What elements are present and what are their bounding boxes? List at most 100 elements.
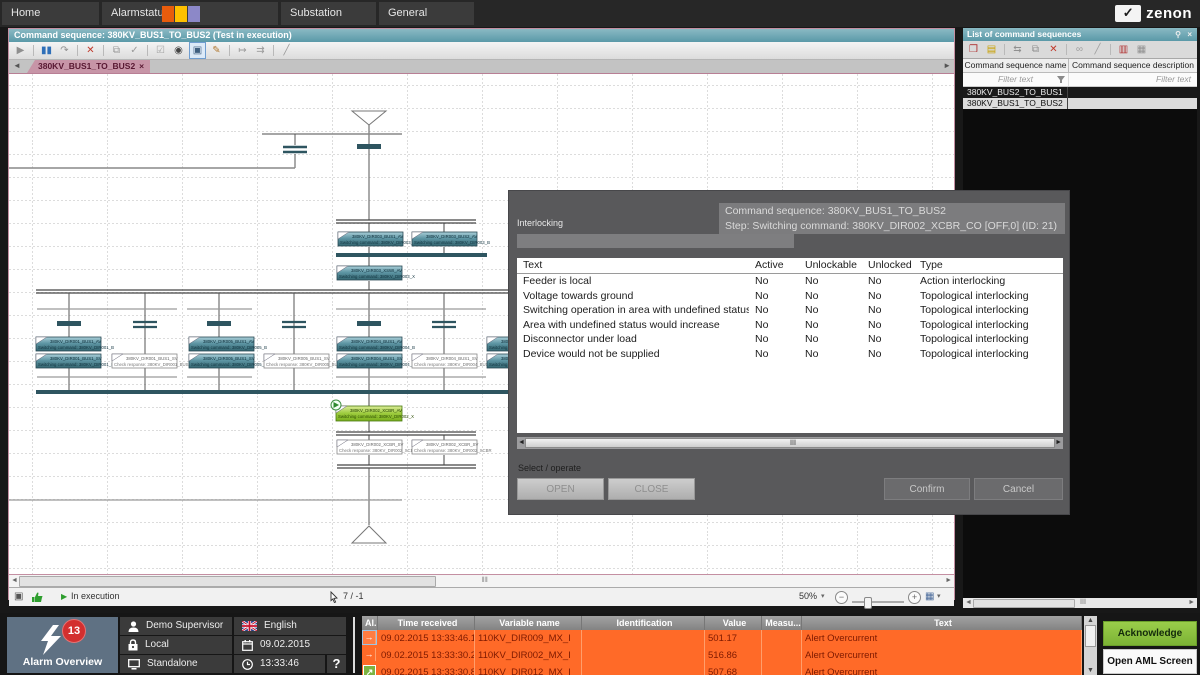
delete-icon[interactable]: ✕ [83,43,98,58]
alarm-column-header[interactable]: Measu... [762,616,802,630]
help-button[interactable]: ? [327,655,346,673]
screen-icon[interactable]: ▣ [189,42,206,59]
zoom-slider[interactable] [852,601,904,603]
redo-icon[interactable]: ↷ [57,43,72,58]
zoom-fit-icon[interactable]: ▦ [925,588,934,605]
play-icon[interactable]: ▶ [13,43,28,58]
interlock-row[interactable]: Feeder is localNoNoNoAction interlocking [517,274,1063,289]
filter-name-input[interactable]: Filter text [963,73,1069,86]
scroll-left-icon[interactable]: ◄ [11,575,18,586]
network-mode-cell[interactable]: Local [120,636,232,654]
column-filter-icon[interactable]: ▦ [1134,42,1149,57]
preview-eye-icon[interactable]: ◉ [171,43,186,58]
alarm-column-header[interactable]: Variable name [475,616,582,630]
time-cell[interactable]: 13:33:46 [234,655,325,673]
alarm-scroll-down-icon[interactable]: ▼ [1084,666,1097,675]
alarm-column-header[interactable]: Al... [362,616,378,630]
operate-hand-icon[interactable]: ✎ [209,43,224,58]
new-icon[interactable]: ❒ [966,42,981,57]
column-icon[interactable]: ▥ [1116,42,1131,57]
zoom-in-icon[interactable]: + [908,591,921,604]
alarm-vscroll-thumb[interactable] [1085,625,1096,647]
pin-icon[interactable]: ⚲ [1175,28,1181,41]
acknowledge-button[interactable]: Acknowledge [1103,621,1197,646]
step-all-icon[interactable]: ⇉ [253,43,268,58]
tab-scroll-right-icon[interactable]: ► [943,61,951,70]
interlock-row[interactable]: Device would not be suppliedNoNoNoTopolo… [517,347,1063,362]
scroll-right-icon[interactable]: ► [945,575,952,586]
clock-icon [242,659,253,670]
station-mode-cell[interactable]: Standalone [120,655,232,673]
tab-close-icon[interactable]: × [139,61,144,71]
alarm-row[interactable]: →09.02.2015 13:33:30.293110KV_DIR002_MX_… [362,647,1082,664]
panel-close-icon[interactable]: × [1187,28,1192,41]
confirm-icon[interactable]: ✓ [127,43,142,58]
replace-icon[interactable]: ⧉ [109,43,124,58]
zoom-level: 50% [799,588,817,605]
open-aml-screen-button[interactable]: Open AML Screen [1103,649,1197,674]
tab-380kv-bus1-to-bus2[interactable]: 380KV_BUS1_TO_BUS2× [27,60,150,73]
interlock-row[interactable]: Voltage towards groundNoNoNoTopological … [517,289,1063,304]
close-button[interactable]: CLOSE [608,478,695,500]
zoom-slider-handle[interactable] [864,597,872,609]
panel-scroll-grip-icon: ⦀⦀ [1080,597,1086,608]
column-header-description[interactable]: Command sequence description [1069,59,1197,72]
dialog-scroll-left-icon[interactable]: ◄ [518,438,525,448]
edit-pencil-icon[interactable]: ╱ [279,43,294,58]
sequence-row[interactable]: 380KV_BUS2_TO_BUS1 [963,87,1197,98]
zoom-fit-arrow-icon[interactable]: ▾ [937,588,941,605]
date-cell[interactable]: 09.02.2015 [234,636,346,654]
zoom-out-icon[interactable]: − [835,591,848,604]
open-folder-icon[interactable]: ▤ [984,42,999,57]
pause-icon[interactable]: ▮▮ [39,43,54,58]
export-icon[interactable]: ⇆ [1010,42,1025,57]
language-cell[interactable]: English [234,617,346,635]
open-button[interactable]: OPEN [517,478,604,500]
alarm-vscrollbar[interactable]: ▲ ▼ [1084,616,1097,675]
menu-home[interactable]: Home [2,2,99,25]
hscroll-thumb[interactable] [19,576,436,587]
tab-scroll-left-icon[interactable]: ◄ [13,61,21,70]
alarm-row[interactable]: →09.02.2015 13:33:46.144110KV_DIR009_MX_… [362,630,1082,647]
alarm-scroll-up-icon[interactable]: ▲ [1084,616,1097,625]
panel-hscroll-thumb[interactable] [973,599,1075,608]
alarm-overview-tile[interactable]: 13 Alarm Overview [7,617,118,673]
menu-substation[interactable]: Substation [281,2,376,25]
filter-funnel-icon[interactable] [1057,76,1066,84]
dialog-scroll-right-icon[interactable]: ► [1055,438,1062,448]
panel-scroll-right-icon[interactable]: ► [1188,597,1195,608]
interlocking-value-field[interactable] [517,234,794,248]
flag-uk-icon [242,621,257,631]
delete-icon[interactable]: ✕ [1046,42,1061,57]
alarm-column-header[interactable]: Identification [582,616,705,630]
edit-confirm-icon[interactable]: ☑ [153,43,168,58]
panel-column-headers: Command sequence name Command sequence d… [963,59,1197,73]
filter-description-input[interactable]: Filter text [1069,73,1197,86]
confirm-button[interactable]: Confirm [884,478,970,500]
print-icon[interactable]: ▣ [14,588,23,605]
menu-general[interactable]: General [379,2,474,25]
link-icon[interactable]: ∞ [1072,42,1087,57]
alarm-column-header[interactable]: Text [802,616,1082,630]
step-single-icon[interactable]: ↦ [235,43,250,58]
alarm-column-header[interactable]: Time received [378,616,475,630]
alarm-row[interactable]: ↗09.02.2015 13:33:30.853110KV_DIR012_MX_… [362,664,1082,675]
interlock-row[interactable]: Disconnector under loadNoNoNoTopological… [517,332,1063,347]
panel-hscrollbar[interactable]: ◄ ⦀⦀ ► [963,598,1197,608]
menu-alarmstatus[interactable]: Alarmstatus [102,2,278,25]
cancel-button[interactable]: Cancel [974,478,1063,500]
zoom-menu-arrow-icon[interactable]: ▾ [821,588,825,605]
copy-icon[interactable]: ⧉ [1028,42,1043,57]
svg-text:Switching command: 380KV_DIR00: Switching command: 380KV_DIR005_B [191,362,267,367]
panel-scroll-left-icon[interactable]: ◄ [965,597,972,608]
interlock-row[interactable]: Switching operation in area with undefin… [517,303,1063,318]
user-cell[interactable]: Demo Supervisor [120,617,232,635]
sequence-row[interactable]: 380KV_BUS1_TO_BUS2 [963,98,1197,109]
column-header-name[interactable]: Command sequence name [963,59,1069,72]
edit-icon[interactable]: ╱ [1090,42,1105,57]
alarm-column-header[interactable]: Value [705,616,762,630]
canvas-hscrollbar[interactable]: ◄ ⦀⦀ ► [9,574,954,587]
dialog-hscrollbar[interactable]: ◄ ⦀⦀ ► [517,437,1063,449]
interlock-row[interactable]: Area with undefined status would increas… [517,318,1063,333]
interlock-column-header: Active [749,258,799,273]
